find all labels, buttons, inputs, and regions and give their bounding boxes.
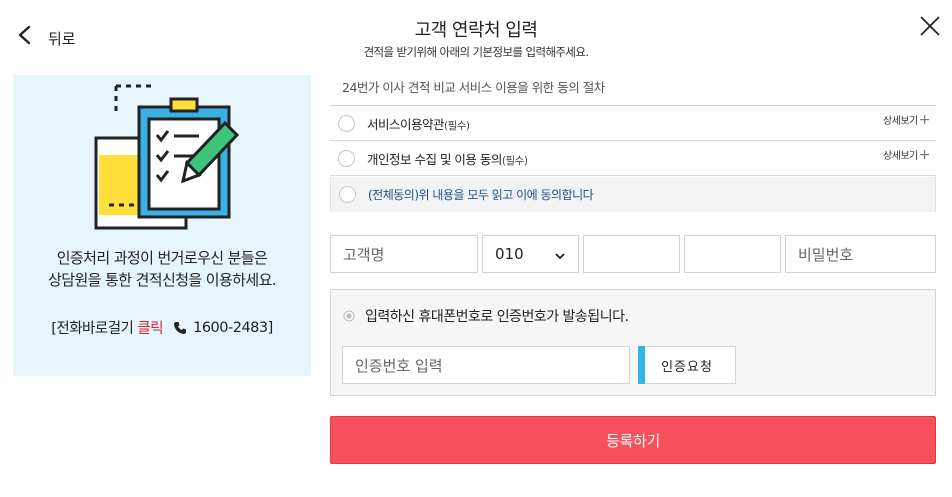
plus-icon: + bbox=[918, 111, 931, 128]
header: 뒤로 고객 연락처 입력 견적을 받기위해 아래의 기본정보를 입력해주세요. bbox=[0, 0, 952, 64]
terms-detail-label: 상세보기 bbox=[882, 116, 918, 127]
promo-line-1: 인증처리 과정이 번거로우신 분들은 bbox=[56, 249, 268, 267]
terms-required: (필수) bbox=[444, 119, 470, 132]
phone-icon bbox=[173, 321, 187, 335]
page-title: 고객 연락처 입력 bbox=[414, 20, 538, 41]
terms-detail-link[interactable]: 상세보기 + bbox=[882, 111, 931, 128]
register-button[interactable]: 등록하기 bbox=[330, 416, 936, 464]
verification-notice-text: 입력하신 휴대폰번호로 인증번호가 발송됩니다. bbox=[365, 309, 629, 325]
password-input[interactable]: 비밀번호 bbox=[785, 235, 936, 273]
phone-last-input[interactable] bbox=[684, 235, 781, 273]
verification-code-input[interactable]: 인증번호 입력 bbox=[342, 346, 630, 384]
phone-prefix: [전화바로걸기 bbox=[51, 321, 134, 337]
close-icon bbox=[920, 16, 940, 36]
agree-all-radio[interactable] bbox=[339, 186, 356, 203]
privacy-radio[interactable] bbox=[338, 149, 355, 167]
call-click-link[interactable]: 클릭 bbox=[137, 317, 163, 338]
terms-label: 서비스이용약관(필수) bbox=[367, 114, 470, 133]
verification-notice: 입력하신 휴대폰번호로 인증번호가 발송됩니다. bbox=[343, 306, 629, 326]
agree-all-label: (전체동의)위 내용을 모두 읽고 이에 동의합니다 bbox=[368, 188, 594, 202]
consent-row-all: (전체동의)위 내용을 모두 읽고 이에 동의합니다 bbox=[330, 177, 936, 212]
promo-text: 인증처리 과정이 번거로우신 분들은 상담원을 통한 견적신청을 이용하세요. bbox=[13, 247, 311, 291]
privacy-detail-label: 상세보기 bbox=[882, 151, 918, 162]
terms-label-text: 서비스이용약관 bbox=[367, 116, 445, 132]
phone-prefix-value: 010 bbox=[495, 245, 524, 263]
privacy-label-text: 개인정보 수집 및 이용 동의 bbox=[367, 151, 502, 167]
phone-number: 1600-2483] bbox=[193, 319, 273, 336]
privacy-label: 개인정보 수집 및 이용 동의(필수) bbox=[367, 149, 528, 168]
terms-radio[interactable] bbox=[338, 114, 355, 132]
verification-code-placeholder: 인증번호 입력 bbox=[355, 356, 443, 375]
privacy-detail-link[interactable]: 상세보기 + bbox=[882, 146, 931, 163]
password-placeholder: 비밀번호 bbox=[798, 245, 854, 264]
plus-icon: + bbox=[918, 146, 931, 163]
consent-heading: 24번가 이사 견적 비교 서비스 이용을 위한 동의 절차 bbox=[330, 66, 936, 106]
phone-middle-input[interactable] bbox=[583, 235, 680, 273]
consent-row-privacy: 개인정보 수집 및 이용 동의(필수) 상세보기 + bbox=[330, 141, 936, 176]
customer-name-placeholder: 고객명 bbox=[343, 245, 385, 264]
phone-call-line: [전화바로걸기 클릭 1600-2483] bbox=[13, 317, 311, 338]
consent-row-terms: 서비스이용약관(필수) 상세보기 + bbox=[330, 106, 936, 141]
chevron-down-icon bbox=[554, 248, 566, 260]
page-subtitle: 견적을 받기위해 아래의 기본정보를 입력해주세요. bbox=[363, 45, 589, 59]
radio-dot-icon bbox=[343, 310, 355, 322]
phone-prefix-select[interactable]: 010 bbox=[482, 235, 579, 273]
register-label: 등록하기 bbox=[605, 431, 660, 450]
request-verification-label: 인증요청 bbox=[661, 359, 713, 375]
clipboard-illustration-icon bbox=[94, 84, 240, 230]
verification-box: 입력하신 휴대폰번호로 인증번호가 발송됩니다. 인증번호 입력 인증요청 bbox=[330, 289, 936, 396]
request-verification-button[interactable]: 인증요청 bbox=[638, 346, 736, 384]
privacy-required: (필수) bbox=[501, 154, 528, 167]
customer-name-input[interactable]: 고객명 bbox=[330, 235, 478, 273]
promo-line-2: 상담원을 통한 견적신청을 이용하세요. bbox=[48, 271, 276, 289]
call-center-panel: 인증처리 과정이 번거로우신 분들은 상담원을 통한 견적신청을 이용하세요. … bbox=[13, 75, 311, 376]
close-button[interactable] bbox=[918, 14, 942, 38]
